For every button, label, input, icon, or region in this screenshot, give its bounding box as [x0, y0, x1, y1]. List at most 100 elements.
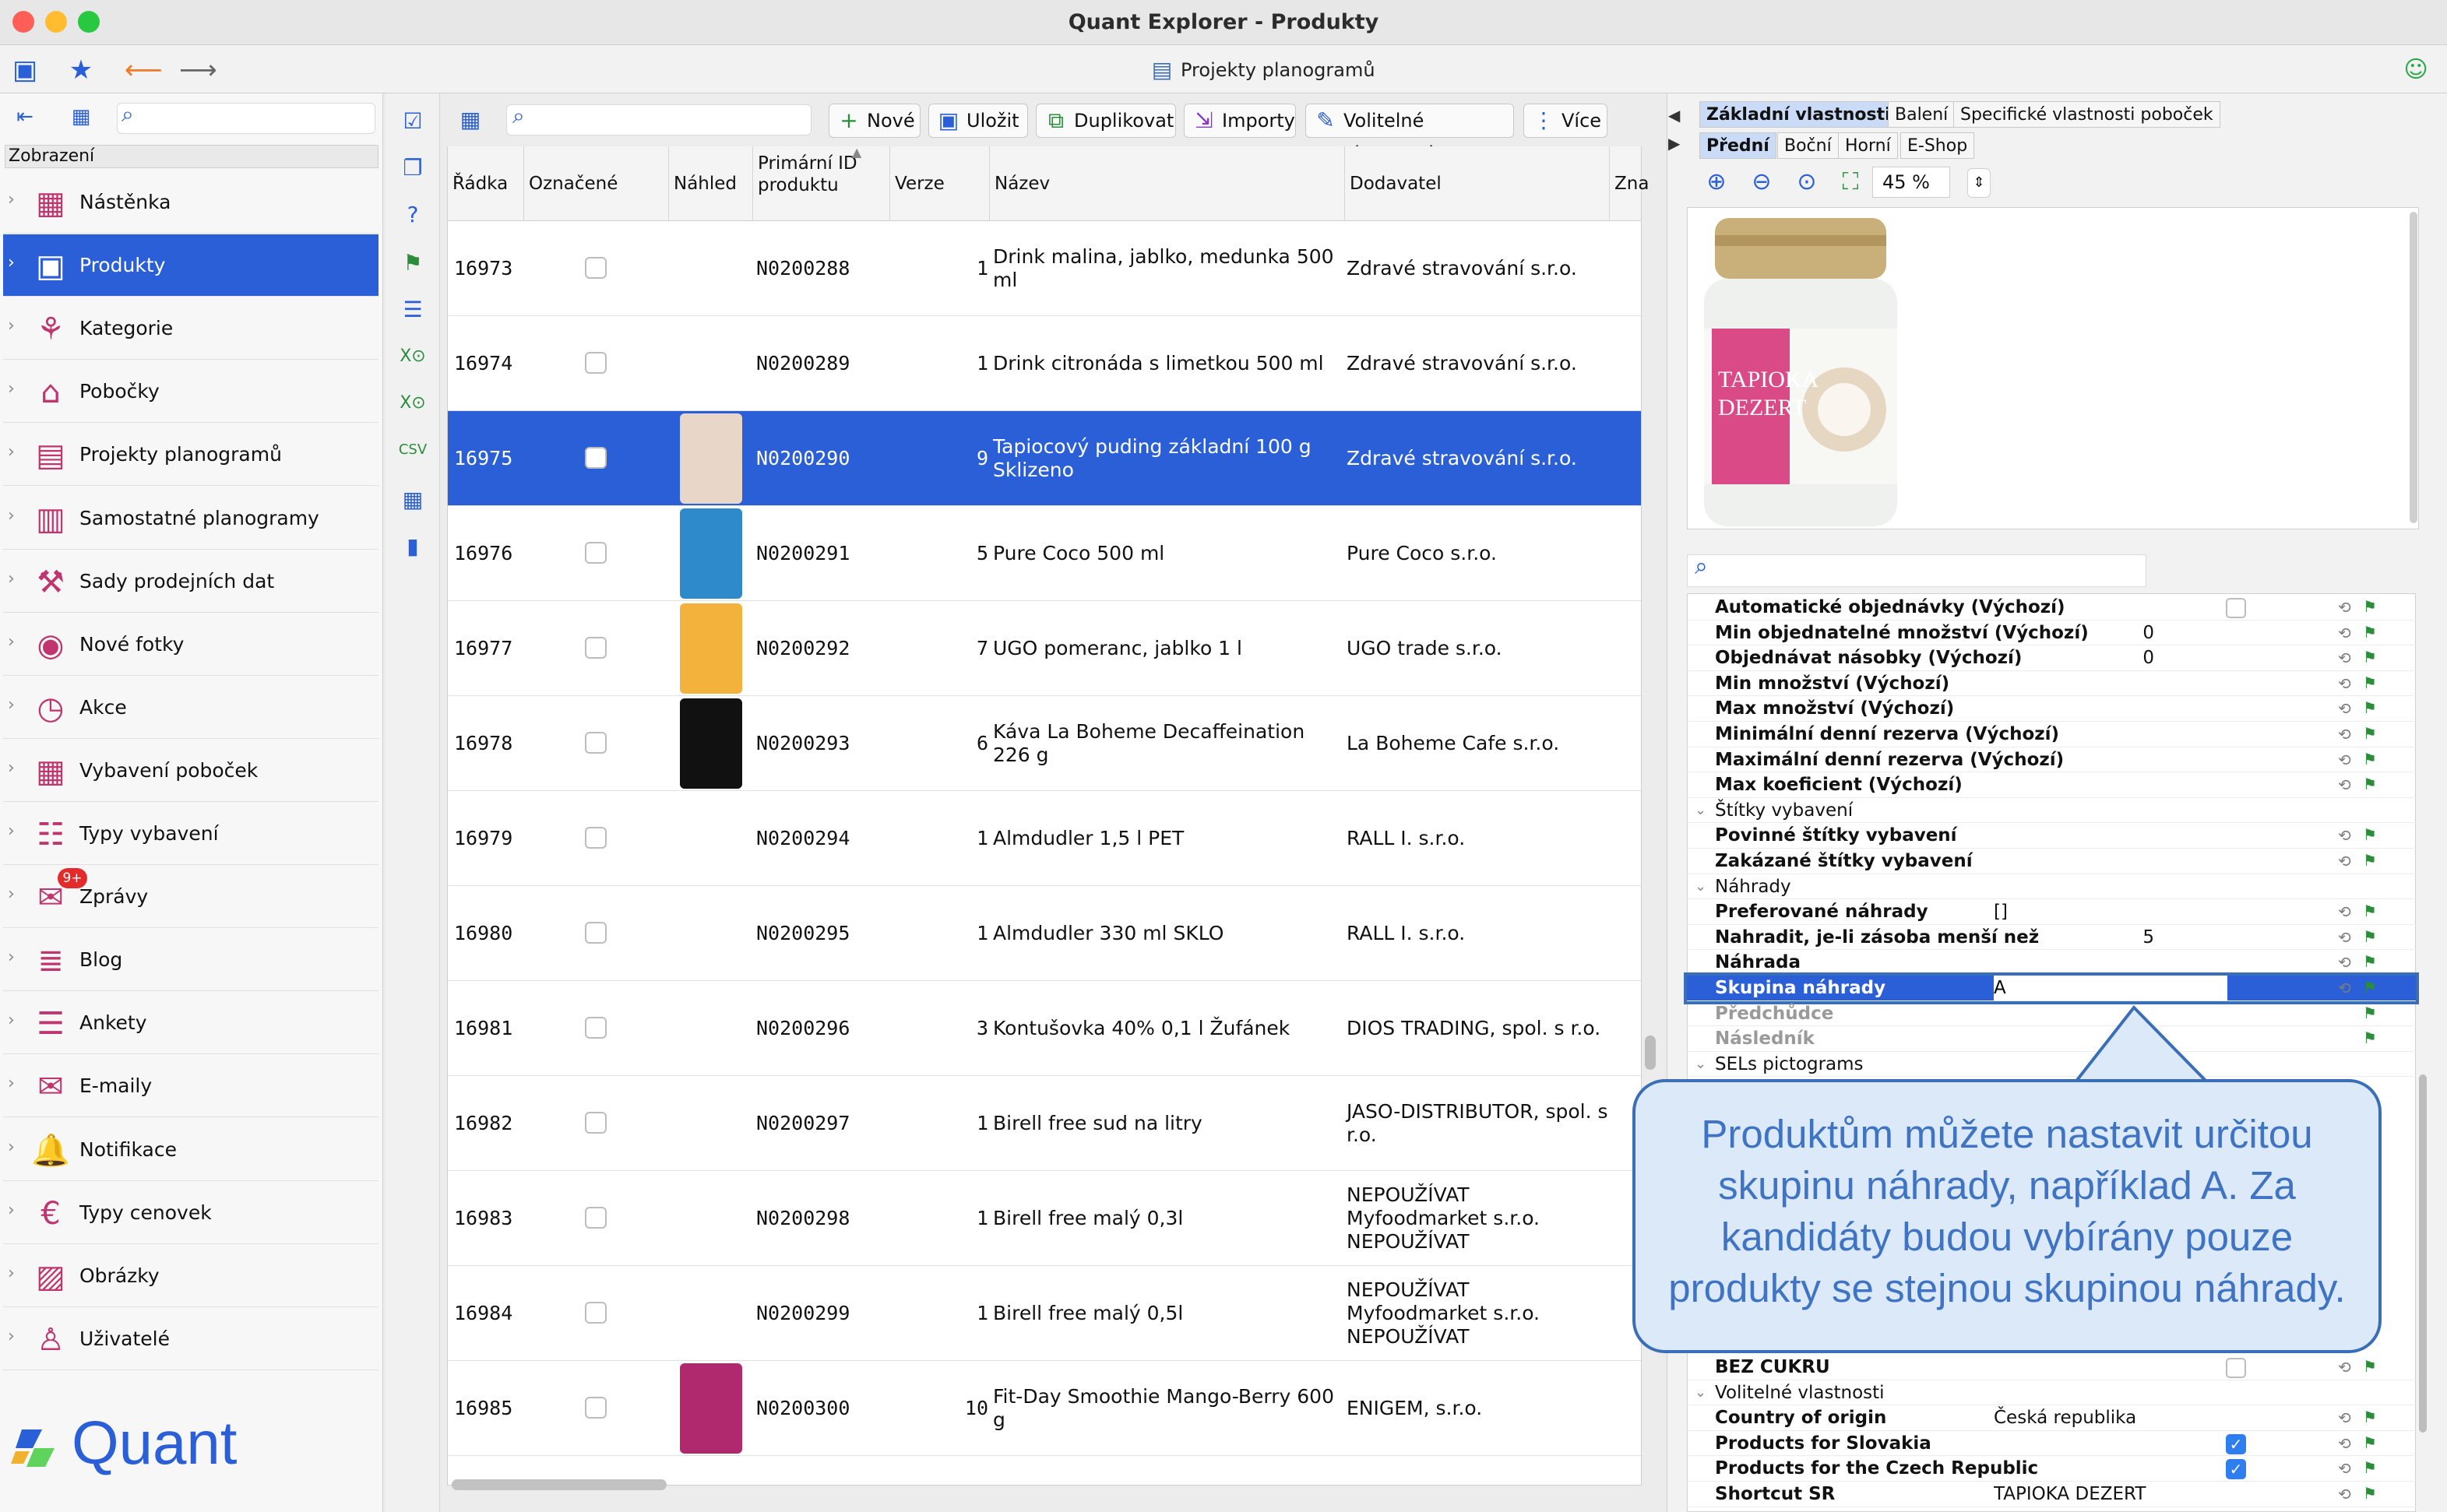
- chevron-right-icon[interactable]: ›: [8, 1138, 15, 1157]
- mark-checkbox[interactable]: [585, 1302, 607, 1324]
- property-row[interactable]: ⌄ Štítky vybavení: [1687, 798, 2416, 824]
- excel-import-icon[interactable]: X⊙: [397, 388, 428, 419]
- property-row[interactable]: Maximální denní rezerva (Výchozí) ⟲ ⚑: [1687, 747, 2416, 773]
- collapse-group-icon[interactable]: ⌄: [1695, 798, 1706, 823]
- table-row[interactable]: 16973 N0200288 1 Drink malina, jablko, medu…: [448, 221, 1641, 316]
- table-row[interactable]: 16974 N0200289 1 Drink citronáda s limetkou…: [448, 316, 1641, 411]
- tab-basic-properties[interactable]: Základní vlastnosti: [1699, 101, 1898, 128]
- chevron-right-icon[interactable]: ›: [8, 821, 15, 841]
- sidebar-search-input[interactable]: [117, 103, 375, 134]
- property-value[interactable]: [1994, 950, 2227, 975]
- sidebar-item-17[interactable]: › € Typy cenovek: [3, 1182, 378, 1244]
- table-row[interactable]: 16975 N0200290 9 Tapiocový puding základní …: [448, 411, 1641, 506]
- reset-icon[interactable]: ⟲: [2338, 928, 2351, 947]
- save-button[interactable]: ▣ Uložit: [928, 104, 1028, 138]
- column-header-version[interactable]: Verze: [890, 146, 990, 221]
- sidebar-item-5[interactable]: › ▤ Projekty planogramů: [3, 424, 378, 487]
- inherit-icon[interactable]: ⚑: [2363, 825, 2377, 844]
- reset-icon[interactable]: ⟲: [2338, 775, 2351, 794]
- inherit-icon[interactable]: ⚑: [2363, 851, 2377, 870]
- property-value[interactable]: 5: [1921, 925, 2154, 950]
- mark-checkbox[interactable]: [585, 732, 607, 754]
- property-row[interactable]: Country of origin Česká republika ⟲ ⚑: [1687, 1405, 2416, 1431]
- inherit-icon[interactable]: ⚑: [2363, 1004, 2377, 1022]
- product-search-input[interactable]: [506, 104, 812, 135]
- mark-checkbox[interactable]: [585, 352, 607, 374]
- reset-icon[interactable]: ⟲: [2338, 1408, 2351, 1427]
- table-view-icon[interactable]: ▦: [65, 101, 97, 132]
- imports-button[interactable]: ⇲ Importy: [1184, 104, 1296, 138]
- property-row[interactable]: Products for the Czech Republic ✓ ⟲ ⚑: [1687, 1456, 2416, 1482]
- property-value[interactable]: [1994, 696, 2227, 721]
- chevron-right-icon[interactable]: ›: [8, 1327, 15, 1346]
- collapse-tree-icon[interactable]: ⇤: [9, 101, 40, 132]
- inherit-icon[interactable]: ⚑: [2363, 1458, 2377, 1477]
- sidebar-item-9[interactable]: › ◷ Akce: [3, 677, 378, 739]
- property-row[interactable]: Nahradit, je-li zásoba menší než 5 ⟲ ⚑: [1687, 925, 2416, 951]
- property-row[interactable]: Objednávat násobky (Výchozí) 0 ⟲ ⚑: [1687, 645, 2416, 671]
- mark-checkbox[interactable]: [585, 827, 607, 849]
- mark-checkbox[interactable]: [585, 922, 607, 944]
- reset-icon[interactable]: ⟲: [2338, 1434, 2351, 1453]
- property-value[interactable]: TAPIOKA DEZERT: [1994, 1482, 2227, 1507]
- mark-checkbox[interactable]: [585, 1207, 607, 1229]
- tab-front[interactable]: Přední: [1699, 132, 1776, 159]
- sidebar-item-6[interactable]: › ▥ Samostatné planogramy: [3, 487, 378, 550]
- reset-icon[interactable]: ⟲: [2338, 826, 2351, 845]
- property-row[interactable]: Shortcut SR TAPIOKA DEZERT ⟲ ⚑: [1687, 1482, 2416, 1507]
- chevron-right-icon[interactable]: ›: [8, 506, 15, 526]
- tab-packaging[interactable]: Balení: [1888, 101, 1956, 128]
- chevron-right-icon[interactable]: ›: [8, 948, 15, 967]
- reset-icon[interactable]: ⟲: [2338, 649, 2351, 667]
- inherit-icon[interactable]: ⚑: [2363, 1357, 2377, 1376]
- zoom-stepper[interactable]: ⇕: [1967, 168, 1991, 198]
- inherit-icon[interactable]: ⚑: [2363, 724, 2377, 743]
- column-header-supplier[interactable]: Dodavatel: [1345, 146, 1610, 221]
- collapse-group-icon[interactable]: ⌄: [1695, 1052, 1706, 1077]
- copy-icon[interactable]: ❐: [397, 153, 428, 184]
- chevron-right-icon[interactable]: ›: [8, 442, 15, 462]
- sidebar-item-18[interactable]: › ▨ Obrázky: [3, 1245, 378, 1307]
- property-row[interactable]: Zakázané štítky vybavení ⟲ ⚑: [1687, 849, 2416, 874]
- sidebar-item-13[interactable]: › ≣ Blog: [3, 929, 378, 992]
- reset-icon[interactable]: ⟲: [2338, 1358, 2351, 1377]
- optional-properties-button[interactable]: ✎Volitelné vlastnosti: [1305, 104, 1514, 164]
- inherit-icon[interactable]: ⚑: [2363, 1484, 2377, 1503]
- tab-side[interactable]: Boční: [1777, 132, 1839, 159]
- reset-icon[interactable]: ⟲: [2338, 699, 2351, 718]
- chevron-right-icon[interactable]: ›: [8, 1011, 15, 1030]
- sidebar-item-19[interactable]: › ♙ Uživatelé: [3, 1308, 378, 1370]
- collapse-group-icon[interactable]: ⌄: [1695, 874, 1706, 899]
- sidebar-toggle-icon[interactable]: ▣: [9, 55, 40, 86]
- mark-checkbox[interactable]: [585, 1112, 607, 1134]
- table-row[interactable]: 16977 N0200292 7 UGO pomeranc, jablko 1 l UG…: [448, 601, 1641, 696]
- mark-checkbox[interactable]: [585, 257, 607, 279]
- inherit-icon[interactable]: ⚑: [2363, 978, 2377, 997]
- sidebar-item-15[interactable]: › ✉ E-maily: [3, 1055, 378, 1118]
- property-checkbox-checked[interactable]: ✓: [2226, 1433, 2246, 1454]
- property-row[interactable]: Minimální denní rezerva (Výchozí) ⟲ ⚑: [1687, 722, 2416, 747]
- reset-icon[interactable]: ⟲: [2338, 1459, 2351, 1478]
- table-row[interactable]: 16976 N0200291 5 Pure Coco 500 ml Pure Coco …: [448, 506, 1641, 601]
- fullscreen-icon[interactable]: ⛶: [1835, 167, 1866, 198]
- inherit-icon[interactable]: ⚑: [2363, 648, 2377, 666]
- csv-icon[interactable]: CSV: [397, 434, 428, 466]
- sidebar-item-8[interactable]: › ◉ Nové fotky: [3, 614, 378, 676]
- property-row[interactable]: Automatické objednávky (Výchozí) ⟲ ⚑: [1687, 595, 2416, 621]
- column-header-preview[interactable]: Náhled: [669, 146, 753, 221]
- zoom-in-icon[interactable]: ⊕: [1701, 167, 1732, 198]
- property-scrollbar[interactable]: [2419, 1074, 2427, 1433]
- property-search-input[interactable]: [1687, 554, 2146, 587]
- reset-icon[interactable]: ⟲: [2338, 902, 2351, 921]
- sidebar-item-2[interactable]: › ▣ Produkty: [3, 234, 378, 297]
- reset-icon[interactable]: ⟲: [2338, 1485, 2351, 1503]
- table-row[interactable]: 16981 N0200296 3 Kontušovka 40% 0,1 l Žufán…: [448, 981, 1641, 1076]
- table-row[interactable]: 16983 N0200298 1 Birell free malý 0,3l NEPOU…: [448, 1171, 1641, 1266]
- property-value[interactable]: []: [1994, 899, 2227, 924]
- property-row[interactable]: Max množství (Výchozí) ⟲ ⚑: [1687, 696, 2416, 722]
- property-value[interactable]: [1994, 747, 2227, 772]
- table-row[interactable]: 16979 N0200294 1 Almdudler 1,5 l PET RALL I.…: [448, 791, 1641, 886]
- inherit-icon[interactable]: ⚑: [2363, 952, 2377, 971]
- column-header-marked[interactable]: Označené: [524, 146, 669, 221]
- new-button[interactable]: + Nové: [829, 104, 921, 138]
